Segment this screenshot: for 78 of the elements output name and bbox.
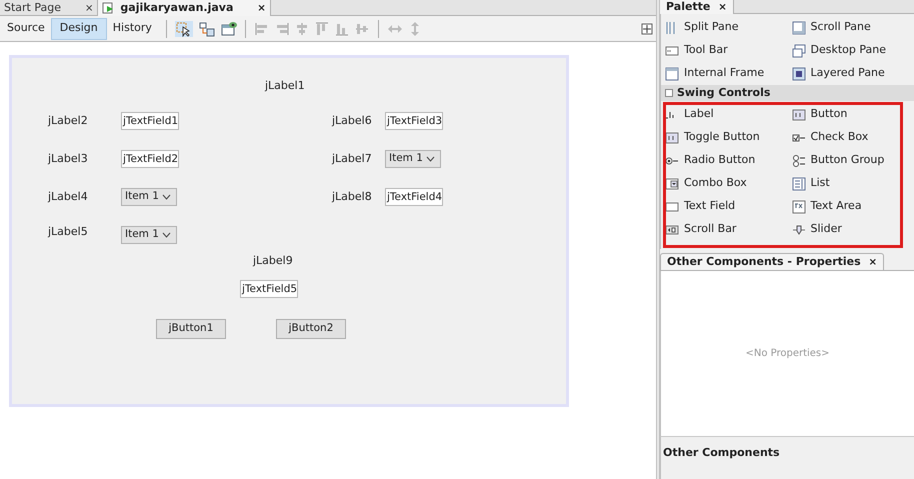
text-input[interactable]: jTextField2 <box>121 150 179 168</box>
form-label: jLabel2 <box>48 113 88 129</box>
palette-item[interactable]: Scroll Bar <box>661 218 788 241</box>
component-icon <box>665 66 679 80</box>
collapse-icon <box>665 89 673 97</box>
properties-tab[interactable]: Other Components - Properties × <box>660 253 884 270</box>
palette-item[interactable]: Button Group <box>788 149 914 172</box>
component-icon <box>792 44 806 58</box>
component-icon <box>792 176 806 190</box>
component-icon <box>665 200 679 214</box>
text-input[interactable]: jTextField4 <box>385 188 443 206</box>
component-icon <box>792 222 806 236</box>
component-icon <box>792 154 806 168</box>
palette-item[interactable]: Text Field <box>661 195 788 218</box>
palette-tab[interactable]: Palette × <box>660 0 734 14</box>
form-label: jLabel3 <box>48 151 88 167</box>
palette-item[interactable]: Label <box>661 103 788 126</box>
palette-section-header[interactable]: Swing Controls <box>661 85 914 101</box>
palette-item[interactable]: Scroll Pane <box>788 16 914 39</box>
close-icon[interactable]: × <box>257 0 266 16</box>
palette-item[interactable]: Toggle Button <box>661 126 788 149</box>
component-icon <box>665 130 679 144</box>
connection-icon[interactable] <box>198 20 215 36</box>
palette-item[interactable]: Text Area <box>788 195 914 218</box>
combo-box[interactable]: Item 1 <box>121 188 177 206</box>
palette-item[interactable]: Combo Box <box>661 172 788 195</box>
form-label: jLabel5 <box>48 224 88 240</box>
section-title: Other Components <box>663 446 780 459</box>
form-label: jLabel4 <box>48 189 88 205</box>
align-top-icon[interactable] <box>314 20 330 36</box>
palette-item[interactable]: Internal Frame <box>661 62 788 85</box>
form-button[interactable]: jButton1 <box>156 319 226 339</box>
editor-tab[interactable]: gajikaryawan.java × <box>97 0 271 16</box>
component-icon <box>665 222 679 236</box>
view-tab[interactable]: Design <box>50 18 107 40</box>
component-icon <box>792 66 806 80</box>
form-label: jLabel9 <box>253 253 293 269</box>
form-label: jLabel7 <box>332 151 372 167</box>
form-label: jLabel8 <box>332 189 372 205</box>
chevron-icon <box>426 156 435 162</box>
preview-icon[interactable] <box>220 20 237 36</box>
empty-message: <No Properties> <box>745 347 830 361</box>
text-input[interactable]: jTextField5 <box>240 280 298 298</box>
tab-label: gajikaryawan.java <box>120 0 234 16</box>
align-left-icon[interactable] <box>254 20 270 36</box>
chevron-icon <box>162 194 171 200</box>
selection-icon[interactable] <box>174 20 193 36</box>
form-button[interactable]: jButton2 <box>276 319 346 339</box>
chevron-icon <box>162 232 171 238</box>
component-icon <box>792 200 806 214</box>
palette-item[interactable]: Split Pane <box>661 16 788 39</box>
text-input[interactable]: jTextField3 <box>385 112 443 130</box>
component-icon <box>665 176 679 190</box>
palette-item[interactable]: Desktop Pane <box>788 39 914 62</box>
palette-item[interactable]: Radio Button <box>661 149 788 172</box>
palette-item[interactable]: Slider <box>788 218 914 241</box>
palette-item[interactable]: Layered Pane <box>788 62 914 85</box>
combo-box[interactable]: Item 1 <box>121 226 177 244</box>
file-icon <box>102 2 114 14</box>
combo-box[interactable]: Item 1 <box>385 150 441 168</box>
palette-item[interactable]: Check Box <box>788 126 914 149</box>
editor-tab[interactable]: Start Page × <box>0 0 98 16</box>
form-label: jLabel6 <box>332 113 372 129</box>
close-icon[interactable]: × <box>868 254 878 270</box>
palette-item[interactable]: List <box>788 172 914 195</box>
grid-icon[interactable] <box>641 22 653 34</box>
component-icon <box>792 108 806 122</box>
component-icon <box>665 44 679 58</box>
text-input[interactable]: jTextField1 <box>121 112 179 130</box>
view-tab[interactable]: Source <box>1 18 51 40</box>
close-icon[interactable]: × <box>718 0 727 14</box>
tab-label: Start Page <box>4 0 61 16</box>
component-icon <box>792 20 806 34</box>
palette-item[interactable]: Button <box>788 103 914 126</box>
close-icon[interactable]: × <box>85 0 94 16</box>
palette-item[interactable]: Tool Bar <box>661 39 788 62</box>
view-tab[interactable]: History <box>106 18 158 40</box>
form-label: jLabel1 <box>265 78 305 94</box>
